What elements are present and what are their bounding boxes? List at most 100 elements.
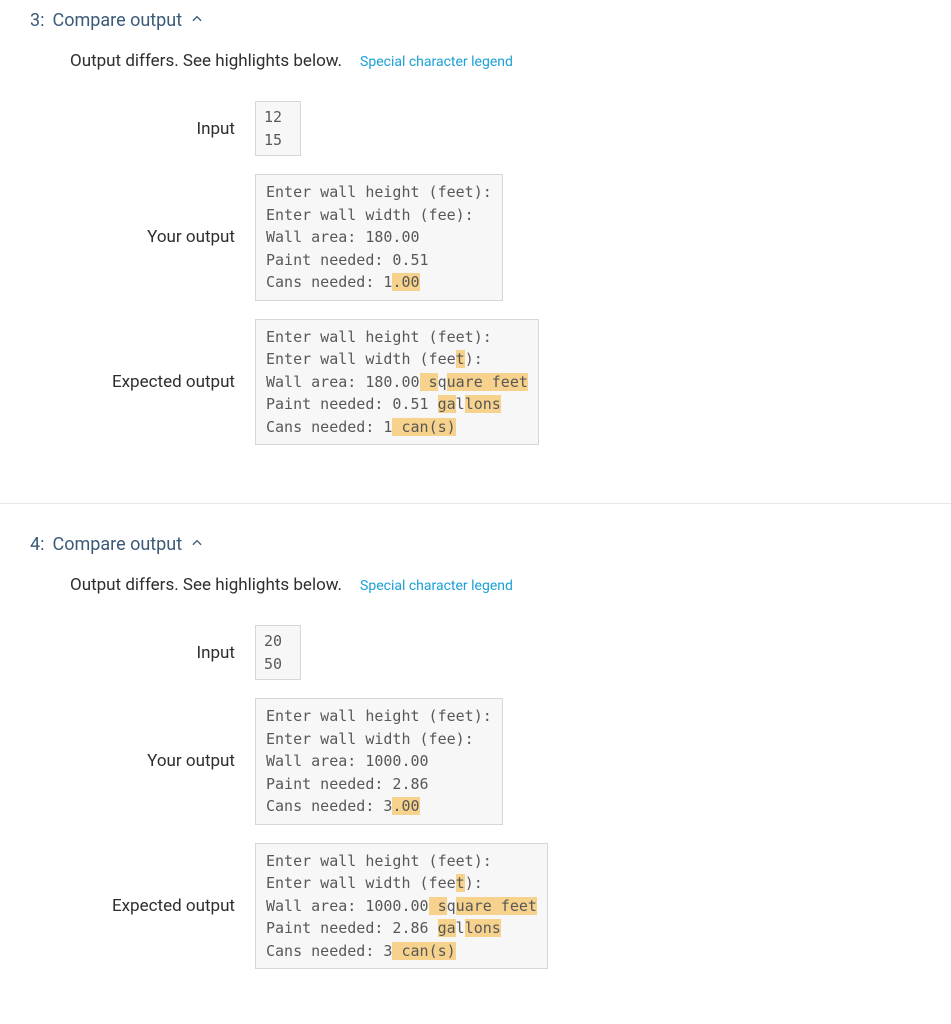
input-label: Input	[70, 119, 255, 139]
code-text: Enter wall width (fee):	[266, 730, 474, 748]
your-output-row: Your outputEnter wall height (feet):Ente…	[70, 698, 921, 825]
code-line: 50	[264, 653, 292, 676]
code-text: ):	[465, 874, 483, 892]
code-text: Enter wall width (fee	[266, 350, 456, 368]
diff-highlight: l	[465, 919, 474, 937]
input-label: Input	[70, 643, 255, 663]
code-text: Cans needed: 1	[266, 418, 392, 436]
code-text: q	[447, 897, 456, 915]
diff-highlight: t	[456, 350, 465, 368]
code-line: Enter wall width (feet):	[266, 872, 537, 895]
expected-output-row: Expected outputEnter wall height (feet):…	[70, 843, 921, 970]
code-text: Wall area: 1000.00	[266, 897, 429, 915]
code-text: l	[456, 919, 465, 937]
compare-grid: Input1215Your outputEnter wall height (f…	[70, 101, 921, 445]
code-line: Wall area: 1000.00 square feet	[266, 895, 537, 918]
code-line: Cans needed: 3 can(s)	[266, 940, 537, 963]
code-line: Cans needed: 1 can(s)	[266, 416, 528, 439]
diff-highlight: s)	[438, 418, 456, 436]
section-number: 3:	[30, 10, 44, 31]
code-text: 15	[264, 131, 282, 149]
summary-row: Output differs. See highlights below. Spe…	[70, 51, 921, 71]
code-text: Enter wall height (feet):	[266, 328, 492, 346]
code-line: 12	[264, 106, 292, 129]
code-line: Paint needed: 0.51 gallons	[266, 393, 528, 416]
code-text: ):	[465, 350, 483, 368]
input-box: 2050	[255, 625, 301, 680]
diff-highlight: can	[401, 418, 428, 436]
code-text: Cans needed: 3	[266, 942, 392, 960]
diff-highlight: ons	[474, 919, 501, 937]
diff-summary-text: Output differs. See highlights below.	[70, 51, 342, 71]
code-text: Paint needed: 2.86	[266, 919, 438, 937]
expected-output-label: Expected output	[70, 896, 255, 916]
section-header-toggle[interactable]: 4: Compare output	[30, 534, 921, 555]
special-character-legend-link[interactable]: Special character legend	[360, 54, 513, 70]
summary-row: Output differs. See highlights below. Spe…	[70, 575, 921, 595]
code-text: 50	[264, 655, 282, 673]
expected-output-box: Enter wall height (feet): Enter wall widt…	[255, 843, 548, 970]
diff-highlight: s)	[438, 942, 456, 960]
code-line: Wall area: 180.00	[266, 226, 492, 249]
input-box: 1215	[255, 101, 301, 156]
diff-summary-text: Output differs. See highlights below.	[70, 575, 342, 595]
code-line: Enter wall width (fee):	[266, 204, 492, 227]
expected-output-box: Enter wall height (feet): Enter wall widt…	[255, 319, 539, 446]
your-output-box: Enter wall height (feet): Enter wall widt…	[255, 698, 503, 825]
chevron-up-icon	[190, 534, 204, 555]
code-line: Paint needed: 0.51	[266, 249, 492, 272]
code-line: Cans needed: 1.00	[266, 271, 492, 294]
code-line: Enter wall height (feet):	[266, 326, 528, 349]
input-row: Input1215	[70, 101, 921, 156]
code-line: Enter wall height (feet):	[266, 850, 537, 873]
code-line: Enter wall width (feet):	[266, 348, 528, 371]
code-text: Enter wall width (fee	[266, 874, 456, 892]
expected-output-label: Expected output	[70, 372, 255, 392]
code-text: q	[438, 373, 447, 391]
code-text: Enter wall height (feet):	[266, 183, 492, 201]
special-character-legend-link[interactable]: Special character legend	[360, 578, 513, 594]
diff-highlight: ga	[438, 395, 456, 413]
diff-highlight: (	[429, 418, 438, 436]
input-row: Input2050	[70, 625, 921, 680]
compare-grid: Input2050Your outputEnter wall height (f…	[70, 625, 921, 969]
code-text: Paint needed: 0.51	[266, 395, 438, 413]
code-text: Wall area: 180.00	[266, 373, 420, 391]
code-text: Enter wall width (fee):	[266, 206, 474, 224]
code-text: Wall area: 180.00	[266, 228, 420, 246]
diff-highlight: l	[465, 395, 474, 413]
code-line: 15	[264, 129, 292, 152]
diff-highlight: can	[401, 942, 428, 960]
diff-highlight: s	[420, 373, 438, 391]
code-line: Cans needed: 3.00	[266, 795, 492, 818]
section-title: Compare output	[52, 534, 182, 555]
code-line: Enter wall width (fee):	[266, 728, 492, 751]
section-title: Compare output	[52, 10, 182, 31]
chevron-up-icon	[190, 10, 204, 31]
code-line: Paint needed: 2.86	[266, 773, 492, 796]
compare-output-section: 4: Compare output Output differs. See high…	[0, 503, 951, 997]
code-text: Paint needed: 2.86	[266, 775, 429, 793]
your-output-row: Your outputEnter wall height (feet):Ente…	[70, 174, 921, 301]
code-text: l	[456, 395, 465, 413]
diff-highlight: ons	[474, 395, 501, 413]
code-line: 20	[264, 630, 292, 653]
code-text: Enter wall height (feet):	[266, 852, 492, 870]
diff-highlight: s	[429, 897, 447, 915]
section-number: 4:	[30, 534, 44, 555]
section-header-toggle[interactable]: 3: Compare output	[30, 10, 921, 31]
code-text: 20	[264, 632, 282, 650]
diff-highlight: u	[456, 897, 465, 915]
code-text: Paint needed: 0.51	[266, 251, 429, 269]
page-root: 3: Compare output Output differs. See high…	[0, 0, 951, 1017]
code-text: Cans needed: 3	[266, 797, 392, 815]
code-text: Enter wall height (feet):	[266, 707, 492, 725]
code-line: Wall area: 1000.00	[266, 750, 492, 773]
your-output-box: Enter wall height (feet): Enter wall widt…	[255, 174, 503, 301]
code-line: Enter wall height (feet):	[266, 181, 492, 204]
code-line: Paint needed: 2.86 gallons	[266, 917, 537, 940]
code-text: 12	[264, 108, 282, 126]
expected-output-row: Expected outputEnter wall height (feet):…	[70, 319, 921, 446]
diff-highlight: .00	[392, 273, 419, 291]
diff-highlight: t	[456, 874, 465, 892]
